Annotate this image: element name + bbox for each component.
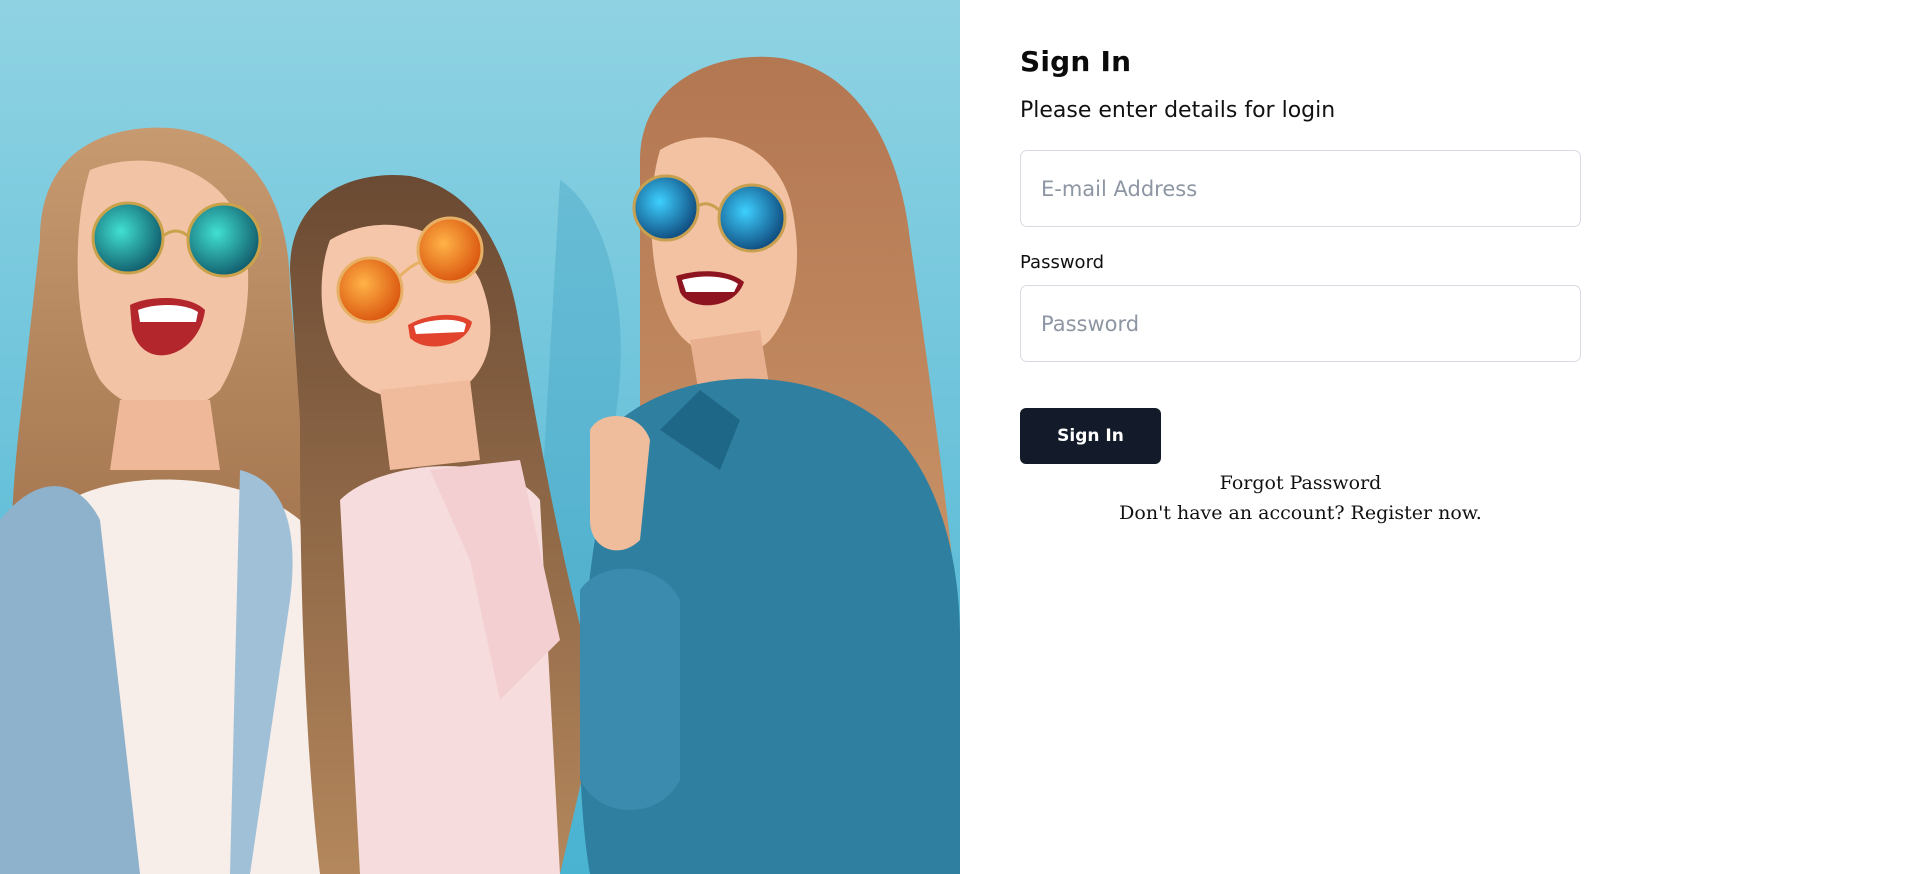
login-page: Sign In Please enter details for login P… bbox=[0, 0, 1917, 874]
sign-in-button[interactable]: Sign In bbox=[1020, 408, 1161, 464]
hero-illustration bbox=[0, 0, 960, 874]
hero-photo bbox=[0, 0, 960, 874]
register-link[interactable]: Don't have an account? Register now. bbox=[1020, 498, 1581, 528]
password-field[interactable] bbox=[1020, 285, 1581, 362]
page-title: Sign In bbox=[1020, 45, 1132, 78]
page-subtitle: Please enter details for login bbox=[1020, 98, 1336, 123]
forgot-password-link[interactable]: Forgot Password bbox=[1020, 468, 1581, 498]
password-label: Password bbox=[1020, 252, 1105, 273]
form-panel: Sign In Please enter details for login P… bbox=[960, 0, 1917, 874]
auth-links: Forgot Password Don't have an account? R… bbox=[1020, 468, 1581, 528]
email-field[interactable] bbox=[1020, 150, 1581, 227]
login-form: Sign In Please enter details for login P… bbox=[1020, 40, 1581, 528]
